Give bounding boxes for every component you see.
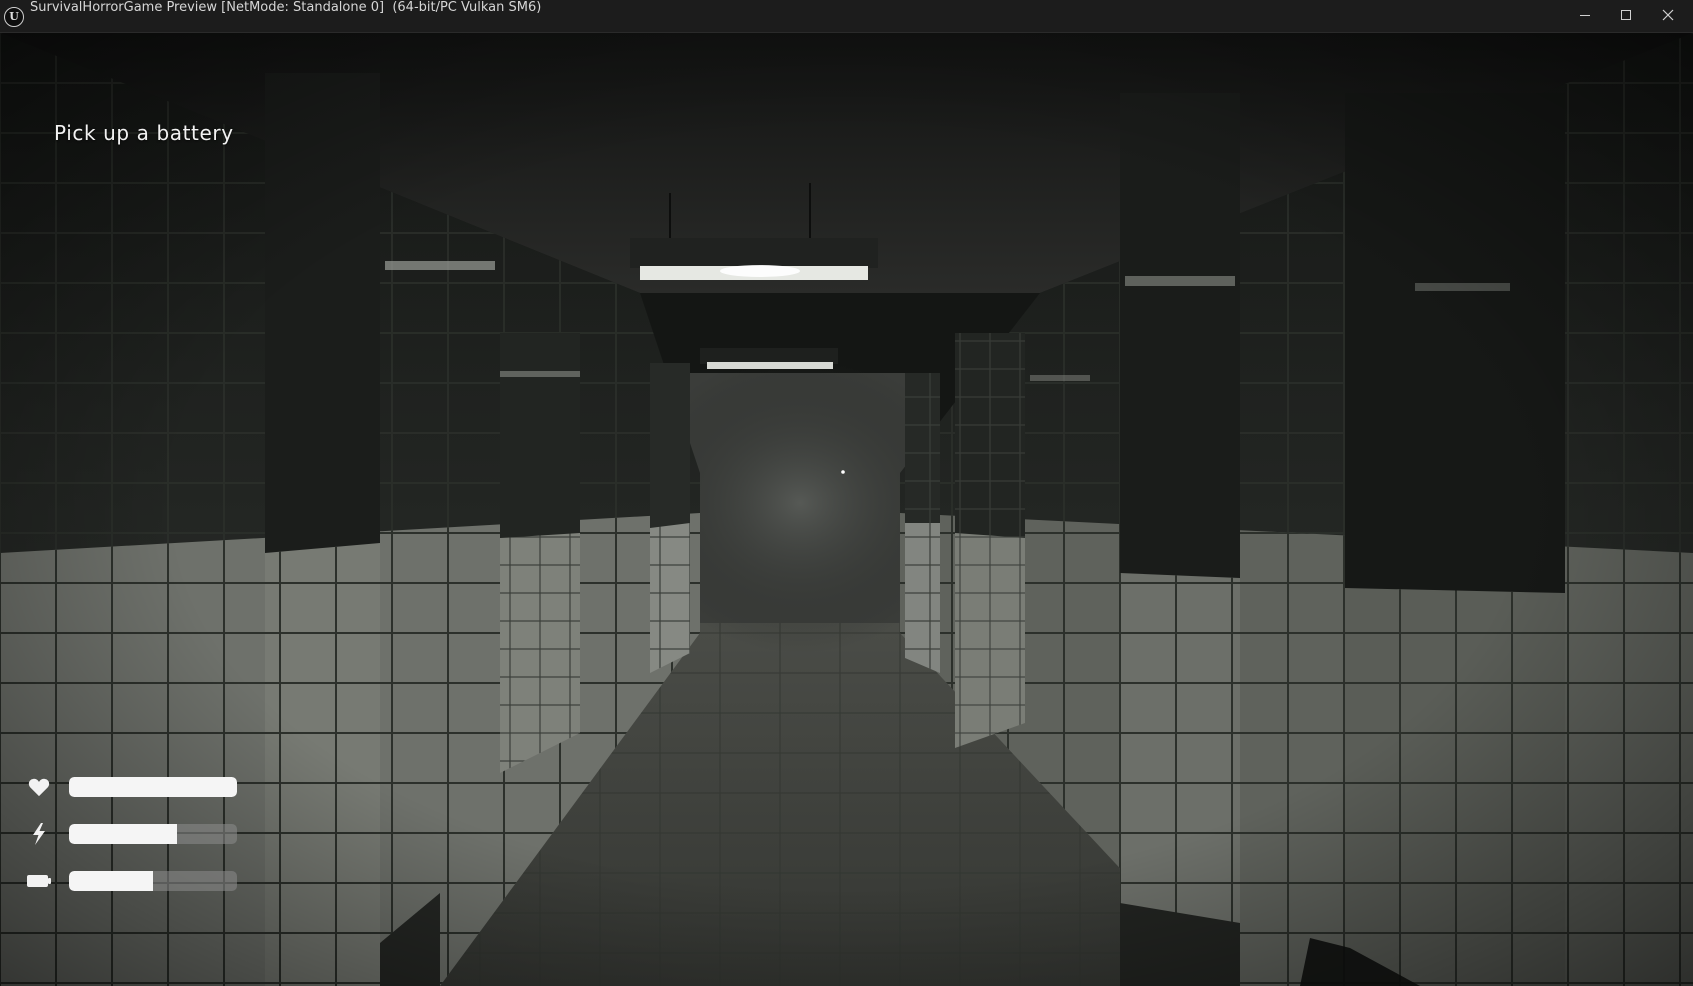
heart-icon — [26, 775, 52, 799]
maximize-icon — [1621, 10, 1631, 20]
objective-text: Pick up a battery — [54, 121, 234, 145]
minimize-button[interactable] — [1564, 0, 1606, 30]
stamina-bar — [69, 824, 237, 844]
lightning-icon — [26, 822, 52, 846]
game-viewport[interactable]: Pick up a battery — [0, 33, 1693, 986]
stamina-bar-fill — [69, 824, 177, 844]
minimize-icon — [1580, 15, 1590, 16]
battery-bar — [69, 871, 237, 891]
battery-icon — [26, 869, 52, 893]
battery-bar-fill — [69, 871, 153, 891]
health-bar — [69, 777, 237, 797]
unreal-engine-logo-icon: U — [4, 7, 24, 27]
battery-stat — [24, 869, 264, 893]
window-title: SurvivalHorrorGame Preview [NetMode: Sta… — [30, 0, 542, 15]
close-button[interactable] — [1647, 0, 1689, 30]
maximize-button[interactable] — [1605, 0, 1647, 30]
title-bar[interactable]: U SurvivalHorrorGame Preview [NetMode: S… — [0, 0, 1693, 33]
health-bar-fill — [69, 777, 237, 797]
close-icon — [1662, 9, 1674, 21]
game-window: U SurvivalHorrorGame Preview [NetMode: S… — [0, 0, 1693, 986]
stamina-stat — [24, 822, 264, 846]
health-stat — [24, 775, 264, 799]
